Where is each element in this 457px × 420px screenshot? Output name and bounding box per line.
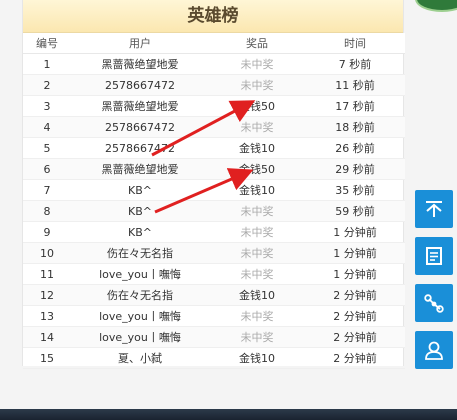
cell-user: 2578667472: [71, 137, 209, 159]
leaderboard-panel: 英雄榜 编号 用户 奖品 时间 1 黑蔷薇绝望地爱 未中奖 7 秒前 2 25786674…: [22, 0, 405, 369]
cell-prize: 金钱50: [209, 95, 305, 117]
table-header-row: 编号 用户 奖品 时间: [23, 33, 405, 54]
cell-time: 2 分钟前: [305, 347, 405, 369]
cell-no: 13: [23, 305, 71, 327]
cell-time: 35 秒前: [305, 179, 405, 201]
cell-no: 8: [23, 200, 71, 222]
cell-prize: 未中奖: [209, 200, 305, 222]
table-row: 3 黑蔷薇绝望地爱 金钱50 17 秒前: [23, 95, 405, 117]
cell-no: 2: [23, 74, 71, 96]
cell-no: 5: [23, 137, 71, 159]
cell-time: 1 分钟前: [305, 263, 405, 285]
cell-no: 9: [23, 221, 71, 243]
cell-prize: 未中奖: [209, 221, 305, 243]
cell-time: 11 秒前: [305, 74, 405, 96]
cell-no: 10: [23, 242, 71, 264]
cell-prize: 金钱10: [209, 179, 305, 201]
column-header-prize: 奖品: [209, 33, 305, 54]
notes-button[interactable]: [415, 237, 453, 275]
cell-user: 黑蔷薇绝望地爱: [71, 53, 209, 75]
column-header-user: 用户: [71, 33, 209, 54]
cell-user: 伤在々无名指: [71, 284, 209, 306]
cell-user: 伤在々无名指: [71, 242, 209, 264]
cell-user: 黑蔷薇绝望地爱: [71, 95, 209, 117]
cell-user: KB^: [71, 179, 209, 201]
table-row: 13 love_you丨嘸悔 未中奖 2 分钟前: [23, 305, 405, 327]
table-row: 5 2578667472 金钱10 26 秒前: [23, 137, 405, 159]
back-to-top-button[interactable]: [415, 190, 453, 228]
cell-user: love_you丨嘸悔: [71, 326, 209, 348]
table-row: 14 love_you丨嘸悔 未中奖 2 分钟前: [23, 326, 405, 348]
table-row: 12 伤在々无名指 金钱10 2 分钟前: [23, 284, 405, 306]
customer-service-button[interactable]: [415, 331, 453, 369]
table-row: 1 黑蔷薇绝望地爱 未中奖 7 秒前: [23, 53, 405, 75]
cell-user: 夏、小弑: [71, 347, 209, 369]
column-header-no: 编号: [23, 33, 71, 54]
cell-prize: 金钱50: [209, 158, 305, 180]
cell-prize: 未中奖: [209, 242, 305, 264]
cell-time: 2 分钟前: [305, 284, 405, 306]
cell-prize: 金钱10: [209, 137, 305, 159]
table-row: 6 黑蔷薇绝望地爱 金钱50 29 秒前: [23, 158, 405, 180]
cell-time: 2 分钟前: [305, 305, 405, 327]
cell-time: 17 秒前: [305, 95, 405, 117]
cell-no: 4: [23, 116, 71, 138]
arrow-up-icon: [426, 201, 442, 217]
cell-no: 14: [23, 326, 71, 348]
cell-time: 26 秒前: [305, 137, 405, 159]
table-row: 4 2578667472 未中奖 18 秒前: [23, 116, 405, 138]
cell-user: love_you丨嘸悔: [71, 305, 209, 327]
table-row: 11 love_you丨嘸悔 未中奖 1 分钟前: [23, 263, 405, 285]
cell-no: 3: [23, 95, 71, 117]
leaderboard-title: 英雄榜: [23, 0, 403, 33]
cell-no: 11: [23, 263, 71, 285]
cell-prize: 未中奖: [209, 305, 305, 327]
cell-user: love_you丨嘸悔: [71, 263, 209, 285]
cell-time: 7 秒前: [305, 53, 405, 75]
cell-prize: 未中奖: [209, 116, 305, 138]
table-row: 8 KB^ 未中奖 59 秒前: [23, 200, 405, 222]
cell-user: 2578667472: [71, 74, 209, 96]
cell-user: 2578667472: [71, 116, 209, 138]
cell-time: 1 分钟前: [305, 242, 405, 264]
leaderboard-rows: 1 黑蔷薇绝望地爱 未中奖 7 秒前 2 2578667472 未中奖 11 秒前 3 黑蔷薇绝望…: [23, 53, 405, 369]
cell-no: 6: [23, 158, 71, 180]
table-row: 9 KB^ 未中奖 1 分钟前: [23, 221, 405, 243]
cell-time: 59 秒前: [305, 200, 405, 222]
cell-no: 1: [23, 53, 71, 75]
leaderboard-table: 编号 用户 奖品 时间 1 黑蔷薇绝望地爱 未中奖 7 秒前 2 2578667472 未中…: [23, 33, 405, 369]
cell-prize: 未中奖: [209, 263, 305, 285]
cell-user: KB^: [71, 221, 209, 243]
cell-time: 2 分钟前: [305, 326, 405, 348]
cell-user: 黑蔷薇绝望地爱: [71, 158, 209, 180]
cell-time: 29 秒前: [305, 158, 405, 180]
cell-no: 7: [23, 179, 71, 201]
floating-sidebar: [415, 190, 453, 378]
cell-prize: 金钱10: [209, 347, 305, 369]
cell-prize: 金钱10: [209, 284, 305, 306]
cell-time: 18 秒前: [305, 116, 405, 138]
cell-time: 1 分钟前: [305, 221, 405, 243]
table-row: 15 夏、小弑 金钱10 2 分钟前: [23, 347, 405, 369]
table-row: 7 KB^ 金钱10 35 秒前: [23, 179, 405, 201]
share-button[interactable]: [415, 284, 453, 322]
cell-prize: 未中奖: [209, 74, 305, 96]
share-icon: [424, 294, 444, 313]
column-header-time: 时间: [305, 33, 405, 54]
cell-prize: 未中奖: [209, 53, 305, 75]
user-icon: [425, 341, 443, 360]
table-row: 10 伤在々无名指 未中奖 1 分钟前: [23, 242, 405, 264]
document-icon: [426, 247, 442, 265]
os-taskbar: [0, 409, 457, 420]
cell-prize: 未中奖: [209, 326, 305, 348]
table-row: 2 2578667472 未中奖 11 秒前: [23, 74, 405, 96]
cell-user: KB^: [71, 200, 209, 222]
cell-no: 15: [23, 347, 71, 369]
cell-no: 12: [23, 284, 71, 306]
